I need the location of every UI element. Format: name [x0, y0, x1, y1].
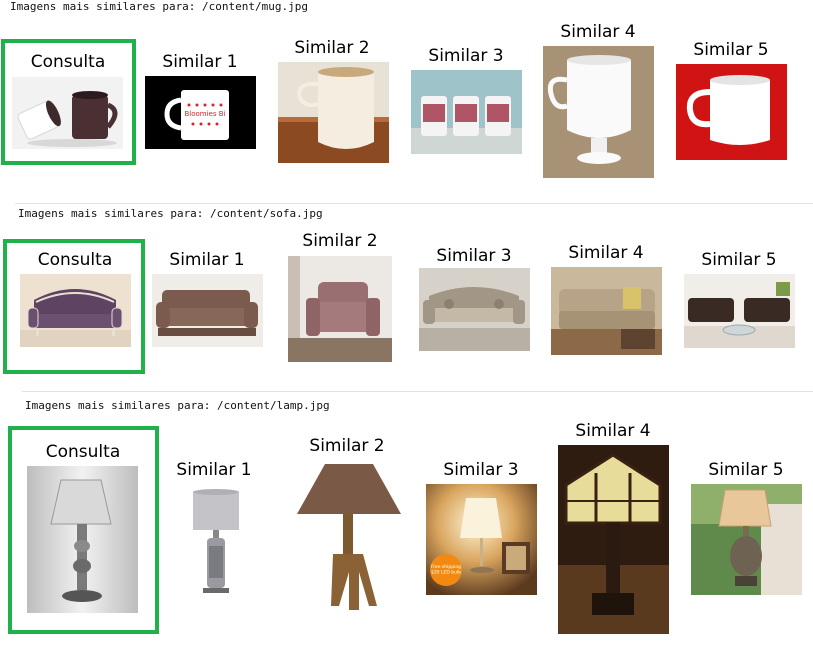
- similar-image-3: Free shipping $20 LED bulb: [426, 484, 537, 595]
- similar-image-4: [558, 445, 669, 634]
- query-image-sofa: [20, 274, 131, 347]
- similar-image-3: [411, 70, 522, 154]
- results-header-mug: Imagens mais similares para: /content/mu…: [10, 0, 309, 13]
- similar-image-2: [293, 460, 404, 618]
- similar-image-5: [676, 64, 787, 160]
- row-separator: [22, 391, 813, 392]
- similar-label-2: Similar 2: [309, 436, 385, 456]
- similar-label-3: Similar 3: [428, 46, 504, 66]
- lamp-badge-text: Free shipping $20 LED bulb: [431, 564, 461, 575]
- similar-image-1: Bloomies Bi: [145, 76, 256, 149]
- similar-image-5: [684, 274, 795, 348]
- query-label: Consulta: [30, 52, 106, 72]
- similar-label-2: Similar 2: [302, 231, 378, 251]
- similar-label-1: Similar 1: [169, 250, 245, 270]
- similar-image-2: [278, 62, 389, 163]
- results-header-lamp: Imagens mais similares para: /content/la…: [25, 399, 330, 412]
- similar-label-5: Similar 5: [708, 460, 784, 480]
- row-separator: [15, 203, 813, 204]
- similar-label-4: Similar 4: [575, 421, 651, 441]
- similar-label-4: Similar 4: [560, 22, 636, 42]
- similar-label-1: Similar 1: [162, 52, 238, 72]
- query-image-mug: [12, 77, 123, 149]
- similar-image-4: [551, 267, 662, 355]
- similar-image-5: [691, 484, 802, 595]
- mug-print-text: Bloomies Bi: [184, 110, 225, 118]
- similar-image-1: [187, 484, 245, 595]
- similar-label-3: Similar 3: [443, 460, 519, 480]
- similar-image-2: [288, 256, 392, 362]
- similar-label-2: Similar 2: [294, 38, 370, 58]
- similar-label-1: Similar 1: [176, 460, 252, 480]
- similar-image-3: [419, 268, 530, 351]
- query-label: Consulta: [45, 442, 121, 462]
- similar-label-3: Similar 3: [436, 246, 512, 266]
- results-header-sofa: Imagens mais similares para: /content/so…: [18, 207, 323, 220]
- query-label: Consulta: [37, 250, 113, 270]
- similar-image-4: [543, 46, 654, 178]
- similar-image-1: [152, 274, 263, 347]
- similar-label-4: Similar 4: [568, 243, 644, 263]
- query-image-lamp: [27, 466, 138, 613]
- similar-label-5: Similar 5: [701, 250, 777, 270]
- similar-label-5: Similar 5: [693, 40, 769, 60]
